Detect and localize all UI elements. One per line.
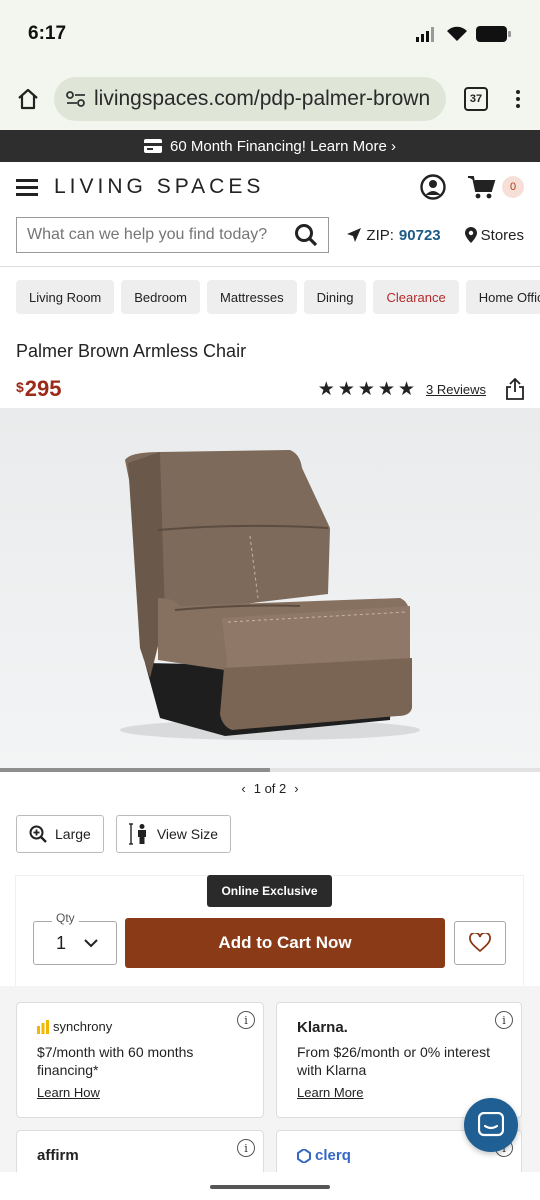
wishlist-button[interactable]: [454, 921, 506, 965]
search-icon[interactable]: [294, 223, 318, 247]
category-home-office[interactable]: Home Office: [465, 280, 540, 314]
status-time: 6:17: [28, 23, 67, 44]
system-nav-bar: [0, 1172, 540, 1200]
site-settings-icon[interactable]: [66, 90, 86, 108]
category-mattresses[interactable]: Mattresses: [207, 280, 297, 314]
search-box: [16, 217, 330, 253]
financing-banner[interactable]: 60 Month Financing! Learn More ›: [0, 130, 540, 162]
klarna-learn-link[interactable]: Learn More: [297, 1085, 363, 1100]
klarna-desc: From $26/month or 0% interest with Klarn…: [297, 1044, 490, 1078]
price-currency: $: [16, 379, 24, 395]
synchrony-card: i synchrony $7/month with 60 months fina…: [16, 1002, 264, 1118]
address-bar[interactable]: livingspaces.com/pdp-palmer-brown: [54, 77, 446, 121]
quantity-value: 1: [56, 932, 67, 953]
category-dining[interactable]: Dining: [303, 280, 367, 314]
chat-button[interactable]: [464, 1098, 518, 1152]
product-title: Palmer Brown Armless Chair: [16, 341, 247, 361]
quantity-label: Qty: [52, 911, 79, 925]
signal-icon: [416, 27, 434, 42]
zip-selector[interactable]: ZIP: 90723: [347, 226, 441, 244]
gallery-pager: ‹ 1 of 2 ›: [0, 778, 540, 798]
location-arrow-icon: [347, 228, 362, 242]
credit-card-icon: [144, 139, 163, 153]
cart-icon: [468, 176, 496, 199]
star-icon: ★: [317, 378, 335, 400]
cart-button[interactable]: 0: [468, 175, 524, 199]
system-icons: [416, 25, 512, 43]
synchrony-brand: synchrony: [53, 1019, 113, 1034]
more-menu-icon[interactable]: [508, 90, 528, 108]
info-icon[interactable]: i: [237, 1139, 255, 1157]
heart-icon: [469, 933, 491, 953]
price-value: 295: [24, 376, 62, 401]
wifi-icon: [447, 26, 467, 41]
synchrony-learn-link[interactable]: Learn How: [37, 1085, 100, 1100]
search-row: ZIP: 90723 Stores: [0, 212, 540, 258]
home-icon[interactable]: [12, 83, 44, 115]
view-size-button[interactable]: View Size: [115, 815, 232, 853]
chevron-down-icon: [84, 938, 98, 947]
klarna-logo: Klarna.: [297, 1019, 348, 1036]
category-living-room[interactable]: Living Room: [16, 280, 115, 314]
star-icon: ★: [377, 378, 395, 400]
armless-chair-image: [120, 450, 420, 740]
clerq-mark-icon: [297, 1148, 311, 1163]
star-rating[interactable]: ★ ★ ★ ★ ★ 3 Reviews: [318, 380, 486, 399]
account-icon[interactable]: [420, 174, 446, 200]
quantity-selector[interactable]: 1: [33, 921, 117, 965]
stores-link[interactable]: Stores: [464, 226, 524, 244]
info-icon[interactable]: i: [495, 1011, 513, 1029]
clerq-logo: clerq: [297, 1147, 351, 1164]
view-options: Large View Size: [16, 815, 232, 853]
synchrony-desc: $7/month with 60 months financing*: [37, 1044, 194, 1078]
zoom-in-icon: [29, 825, 47, 843]
category-nav: Living Room Bedroom Mattresses Dining Cl…: [0, 267, 540, 327]
pager-text: 1 of 2: [253, 780, 287, 796]
category-clearance[interactable]: Clearance: [373, 280, 459, 314]
product-image[interactable]: [0, 408, 540, 772]
clerq-brand: clerq: [315, 1147, 351, 1164]
synchrony-bars-icon: [37, 1019, 49, 1034]
size-person-icon: [128, 823, 146, 845]
home-gesture-handle[interactable]: [210, 1185, 330, 1189]
star-icon: ★: [397, 378, 416, 400]
site-logo[interactable]: LIVING SPACES: [54, 175, 420, 199]
stores-label: Stores: [480, 226, 524, 244]
add-to-cart-button[interactable]: Add to Cart Now: [125, 918, 445, 968]
status-bar: 6:17: [0, 0, 540, 68]
price-row: $295 ★ ★ ★ ★ ★ 3 Reviews: [0, 362, 540, 406]
battery-icon: [476, 26, 511, 42]
reviews-link[interactable]: 3 Reviews: [426, 382, 486, 397]
banner-text: 60 Month Financing! Learn More ›: [170, 137, 396, 155]
zip-code: 90723: [398, 226, 441, 244]
category-bedroom[interactable]: Bedroom: [121, 280, 201, 314]
large-view-button[interactable]: Large: [16, 815, 104, 853]
site-header: LIVING SPACES 0: [0, 162, 540, 212]
menu-icon[interactable]: [16, 178, 38, 196]
star-icon: ★: [357, 378, 375, 400]
prev-image-icon[interactable]: ‹: [241, 781, 245, 796]
info-icon[interactable]: i: [237, 1011, 255, 1029]
zip-label: ZIP:: [366, 226, 394, 244]
cart-count-badge: 0: [502, 176, 524, 198]
browser-toolbar: livingspaces.com/pdp-palmer-brown 37: [0, 68, 540, 130]
next-image-icon[interactable]: ›: [294, 781, 298, 796]
large-view-label: Large: [55, 826, 91, 842]
share-icon[interactable]: [506, 378, 524, 400]
synchrony-logo: synchrony: [37, 1019, 112, 1034]
map-pin-icon: [464, 227, 477, 243]
chat-icon: [478, 1112, 504, 1137]
view-size-label: View Size: [156, 826, 219, 842]
product-price: $295: [16, 376, 62, 402]
tab-switcher-button[interactable]: 37: [464, 87, 488, 111]
gallery-scroll-thumb[interactable]: [0, 768, 270, 772]
star-icon: ★: [337, 378, 355, 400]
search-input[interactable]: [27, 226, 287, 244]
affirm-logo: affirm: [37, 1147, 79, 1164]
online-exclusive-badge: Online Exclusive: [207, 875, 332, 907]
url-text: livingspaces.com/pdp-palmer-brown: [94, 87, 431, 110]
